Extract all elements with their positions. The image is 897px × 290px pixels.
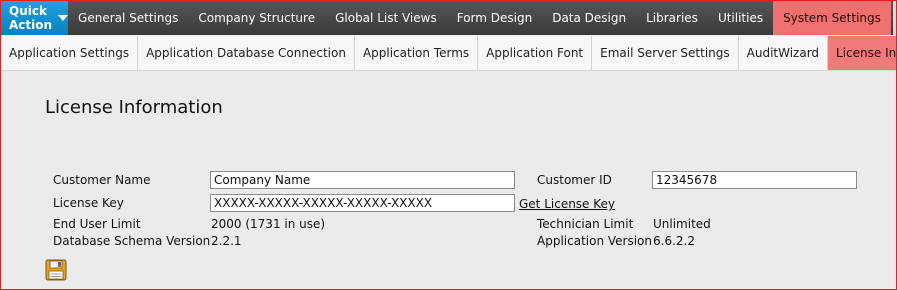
customer-name-label: Customer Name (53, 173, 151, 187)
top-navigation: Quick Action General Settings Company St… (1, 1, 896, 35)
end-user-limit-label: End User Limit (53, 217, 141, 231)
save-icon (45, 259, 67, 281)
tab-email-server-settings[interactable]: Email Server Settings (592, 36, 739, 70)
db-schema-version-value: 2.2.1 (211, 234, 242, 248)
sub-navigation: Application Settings Application Databas… (1, 36, 896, 71)
topnav-general-settings[interactable]: General Settings (68, 1, 188, 35)
topnav-form-design[interactable]: Form Design (447, 1, 542, 35)
customer-id-field[interactable] (652, 171, 857, 189)
topnav-utilities[interactable]: Utilities (708, 1, 773, 35)
license-key-label: License Key (53, 196, 124, 210)
quick-action-label: Quick Action (9, 4, 53, 32)
topnav-global-list-views[interactable]: Global List Views (325, 1, 447, 35)
tab-application-database-connection[interactable]: Application Database Connection (138, 36, 355, 70)
quick-action-button[interactable]: Quick Action (1, 1, 69, 35)
license-key-field[interactable] (210, 194, 515, 212)
topnav-company-structure[interactable]: Company Structure (188, 1, 325, 35)
tab-application-font[interactable]: Application Font (478, 36, 593, 70)
tab-application-settings[interactable]: Application Settings (1, 36, 139, 70)
page-title: License Information (45, 97, 223, 118)
tab-license-information[interactable]: License Information (828, 36, 896, 70)
topnav-system-settings[interactable]: System Settings (773, 1, 891, 35)
tab-auditwizard[interactable]: AuditWizard (739, 36, 829, 70)
application-version-value: 6.6.2.2 (653, 234, 695, 248)
end-user-limit-value: 2000 (1731 in use) (211, 217, 326, 231)
technician-limit-label: Technician Limit (537, 217, 634, 231)
db-schema-version-label: Database Schema Version (53, 234, 211, 248)
tab-application-terms[interactable]: Application Terms (355, 36, 479, 70)
get-license-key-link[interactable]: Get License Key (519, 197, 615, 211)
technician-limit-value: Unlimited (653, 217, 711, 231)
app-frame: Quick Action General Settings Company St… (0, 0, 897, 290)
topnav-libraries[interactable]: Libraries (636, 1, 708, 35)
topnav-data-design[interactable]: Data Design (542, 1, 636, 35)
customer-id-label: Customer ID (537, 173, 612, 187)
topnav-overflow[interactable] (892, 1, 896, 35)
save-button[interactable] (45, 259, 67, 281)
application-version-label: Application Version (537, 234, 652, 248)
customer-name-field[interactable] (210, 171, 515, 189)
chevron-down-icon (58, 15, 69, 21)
